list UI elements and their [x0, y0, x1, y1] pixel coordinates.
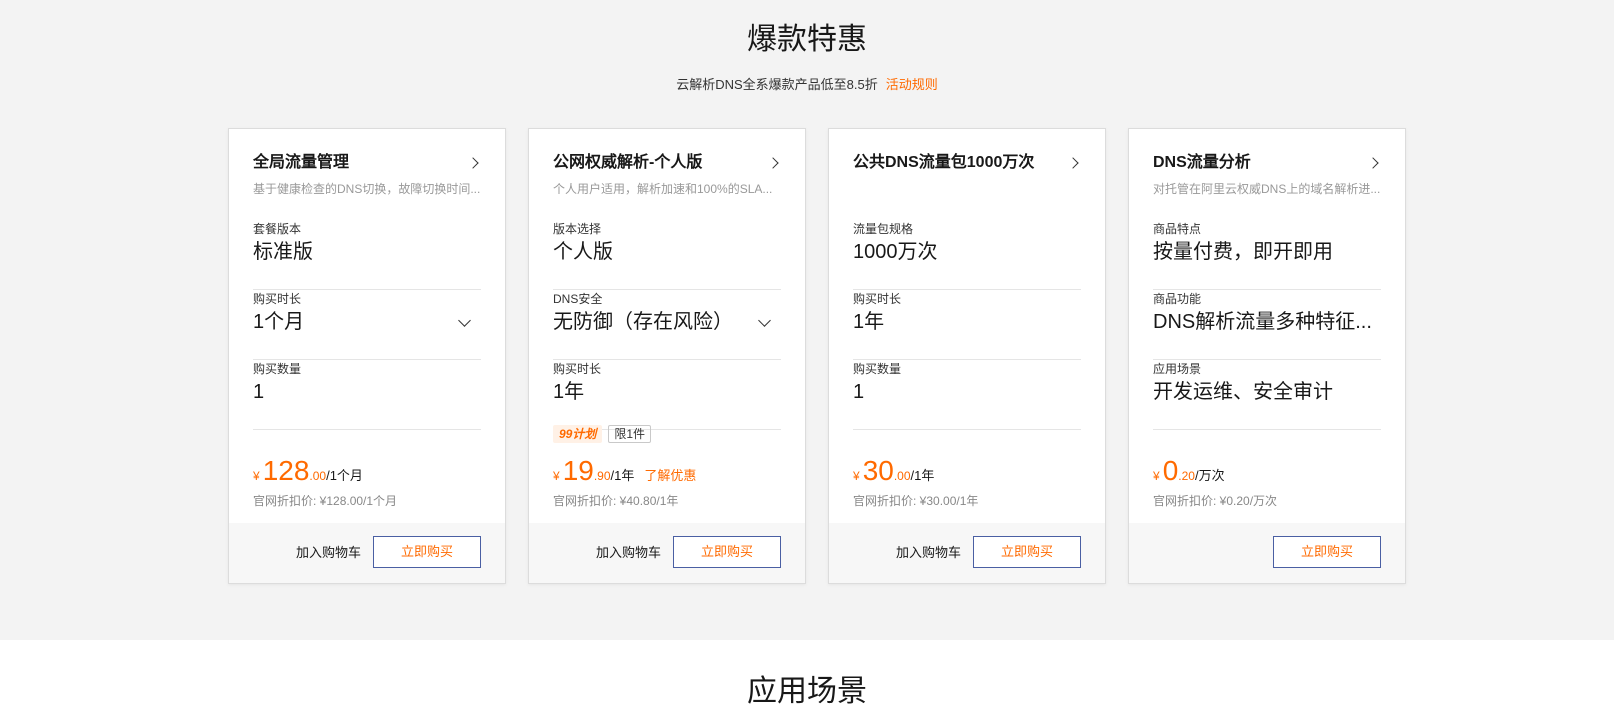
field-duration: 购买时长 1年 — [853, 290, 1081, 360]
field-label: 流量包规格 — [853, 222, 914, 236]
price: ¥30.00/1年 — [853, 453, 934, 493]
field-value: 1年 — [853, 311, 885, 333]
plan-99-badge: 99计划 — [553, 425, 603, 443]
price: ¥19.90/1年 了解优惠 — [553, 453, 696, 493]
field-label: 套餐版本 — [253, 222, 302, 236]
buy-now-button[interactable]: 立即购买 — [973, 536, 1081, 568]
price: ¥128.00/1个月 — [253, 453, 363, 493]
price: ¥0.20/万次 — [1153, 453, 1225, 493]
price-integer: 128 — [262, 455, 310, 486]
field-package-spec: 流量包规格 1000万次 — [853, 220, 1081, 290]
card-footer: 立即购买 — [1129, 523, 1405, 583]
add-to-cart-button[interactable]: 加入购物车 — [596, 543, 661, 563]
price-currency: ¥ — [553, 469, 560, 483]
field-quantity: 购买数量 1 — [853, 360, 1081, 430]
field-package-version: 套餐版本 标准版 — [253, 220, 481, 290]
field-product-function: 商品功能 DNS解析流量多种特征... — [1153, 290, 1381, 360]
card-header-link[interactable]: 公共DNS流量包1000万次 — [853, 151, 1081, 175]
card-title: DNS流量分析 — [1153, 154, 1251, 171]
field-value: 标准版 — [253, 241, 313, 263]
field-value: 按量付费，即开即用 — [1153, 241, 1333, 263]
add-to-cart-button[interactable]: 加入购物车 — [296, 543, 361, 563]
promo-subtitle-text: 云解析DNS全系爆款产品低至8.5折 — [676, 77, 878, 92]
price-unit: /1个月 — [326, 468, 363, 483]
price-integer: 19 — [562, 455, 594, 486]
field-quantity: 购买数量 1 — [253, 360, 481, 430]
chevron-down-icon[interactable] — [458, 314, 471, 327]
field-value[interactable]: 无防御（存在风险） — [553, 307, 757, 337]
card-title: 全局流量管理 — [253, 154, 350, 171]
field-label: 商品特点 — [1153, 222, 1202, 236]
field-label: 商品功能 — [1153, 292, 1202, 306]
add-to-cart-button[interactable]: 加入购物车 — [896, 543, 961, 563]
original-price: 官网折扣价: ¥40.80/1年 — [553, 494, 679, 508]
section-title-use-cases: 应用场景 — [747, 675, 867, 708]
activity-rules-link[interactable]: 活动规则 — [886, 77, 938, 92]
field-value: 开发运维、安全审计 — [1153, 381, 1333, 403]
field-value[interactable]: 1个月 — [253, 307, 457, 337]
limit-badge: 限1件 — [608, 425, 652, 443]
card-header-link[interactable]: DNS流量分析 — [1153, 151, 1381, 175]
card-title: 公网权威解析-个人版 — [553, 154, 703, 171]
card-description: 基于健康检查的DNS切换，故障切换时间... — [253, 182, 481, 196]
price-decimal: .00 — [309, 469, 327, 483]
chevron-down-icon[interactable] — [758, 314, 771, 327]
card-header-link[interactable]: 公网权威解析-个人版 — [553, 151, 781, 175]
price-currency: ¥ — [253, 469, 260, 483]
original-price: 官网折扣价: ¥0.20/万次 — [1153, 494, 1278, 508]
price-currency: ¥ — [1153, 469, 1160, 483]
field-value: 1年 — [553, 381, 585, 403]
card-title: 公共DNS流量包1000万次 — [853, 154, 1035, 171]
product-card-dns-traffic-analysis: DNS流量分析 对托管在阿里云权威DNS上的域名解析进... 商品特点 按量付费… — [1128, 128, 1406, 584]
original-price: 官网折扣价: ¥30.00/1年 — [853, 494, 979, 508]
field-value: 1 — [853, 381, 865, 403]
field-label: 购买时长 — [853, 292, 902, 306]
field-dns-security-select[interactable]: DNS安全 无防御（存在风险） — [553, 290, 781, 360]
buy-now-button[interactable]: 立即购买 — [673, 536, 781, 568]
card-footer: 加入购物车 立即购买 — [229, 523, 505, 583]
product-card-public-dns-personal: 公网权威解析-个人版 个人用户适用，解析加速和100%的SLA... 版本选择 … — [528, 128, 806, 584]
learn-discount-link[interactable]: 了解优惠 — [644, 468, 696, 483]
field-value: 1000万次 — [853, 241, 938, 263]
card-description: 个人用户适用，解析加速和100%的SLA... — [553, 182, 773, 196]
field-label: 版本选择 — [553, 222, 602, 236]
price-unit: /1年 — [910, 468, 935, 483]
card-footer: 加入购物车 立即购买 — [829, 523, 1105, 583]
field-label: 应用场景 — [1153, 362, 1202, 376]
product-card-global-traffic: 全局流量管理 基于健康检查的DNS切换，故障切换时间... 套餐版本 标准版 购… — [228, 128, 506, 584]
buy-now-button[interactable]: 立即购买 — [1273, 536, 1381, 568]
price-integer: 0 — [1162, 455, 1179, 486]
field-use-case: 应用场景 开发运维、安全审计 — [1153, 360, 1381, 430]
card-footer: 加入购物车 立即购买 — [529, 523, 805, 583]
promo-section: 爆款特惠 云解析DNS全系爆款产品低至8.5折 活动规则 全局流量管理 基于健康检… — [0, 0, 1614, 640]
price-currency: ¥ — [853, 469, 860, 483]
product-card-public-dns-traffic: 公共DNS流量包1000万次 流量包规格 1000万次 购买时长 1年 购买数量… — [828, 128, 1106, 584]
price-unit: /1年 — [610, 468, 635, 483]
field-version-select: 版本选择 个人版 — [553, 220, 781, 290]
field-label: 购买时长 — [253, 292, 302, 306]
field-product-feature: 商品特点 按量付费，即开即用 — [1153, 220, 1381, 290]
buy-now-button[interactable]: 立即购买 — [373, 536, 481, 568]
field-label: 购买数量 — [853, 362, 902, 376]
card-header-link[interactable]: 全局流量管理 — [253, 151, 481, 175]
price-decimal: .90 — [593, 469, 611, 483]
field-value: 1 — [253, 381, 265, 403]
promo-tags: 99计划 限1件 — [553, 425, 652, 445]
field-label: DNS安全 — [553, 292, 603, 306]
card-description: 对托管在阿里云权威DNS上的域名解析进... — [1153, 182, 1381, 196]
price-decimal: .00 — [893, 469, 911, 483]
price-decimal: .20 — [1178, 469, 1195, 483]
promo-subtitle: 云解析DNS全系爆款产品低至8.5折 活动规则 — [0, 75, 1614, 95]
promo-title: 爆款特惠 — [747, 23, 867, 56]
field-duration: 购买时长 1年 — [553, 360, 781, 430]
field-value: 个人版 — [553, 241, 613, 263]
field-duration-select[interactable]: 购买时长 1个月 — [253, 290, 481, 360]
price-integer: 30 — [862, 455, 894, 486]
price-unit: /万次 — [1194, 468, 1225, 483]
field-value: DNS解析流量多种特征... — [1153, 311, 1372, 333]
field-label: 购买时长 — [553, 362, 602, 376]
field-label: 购买数量 — [253, 362, 302, 376]
original-price: 官网折扣价: ¥128.00/1个月 — [253, 494, 398, 508]
